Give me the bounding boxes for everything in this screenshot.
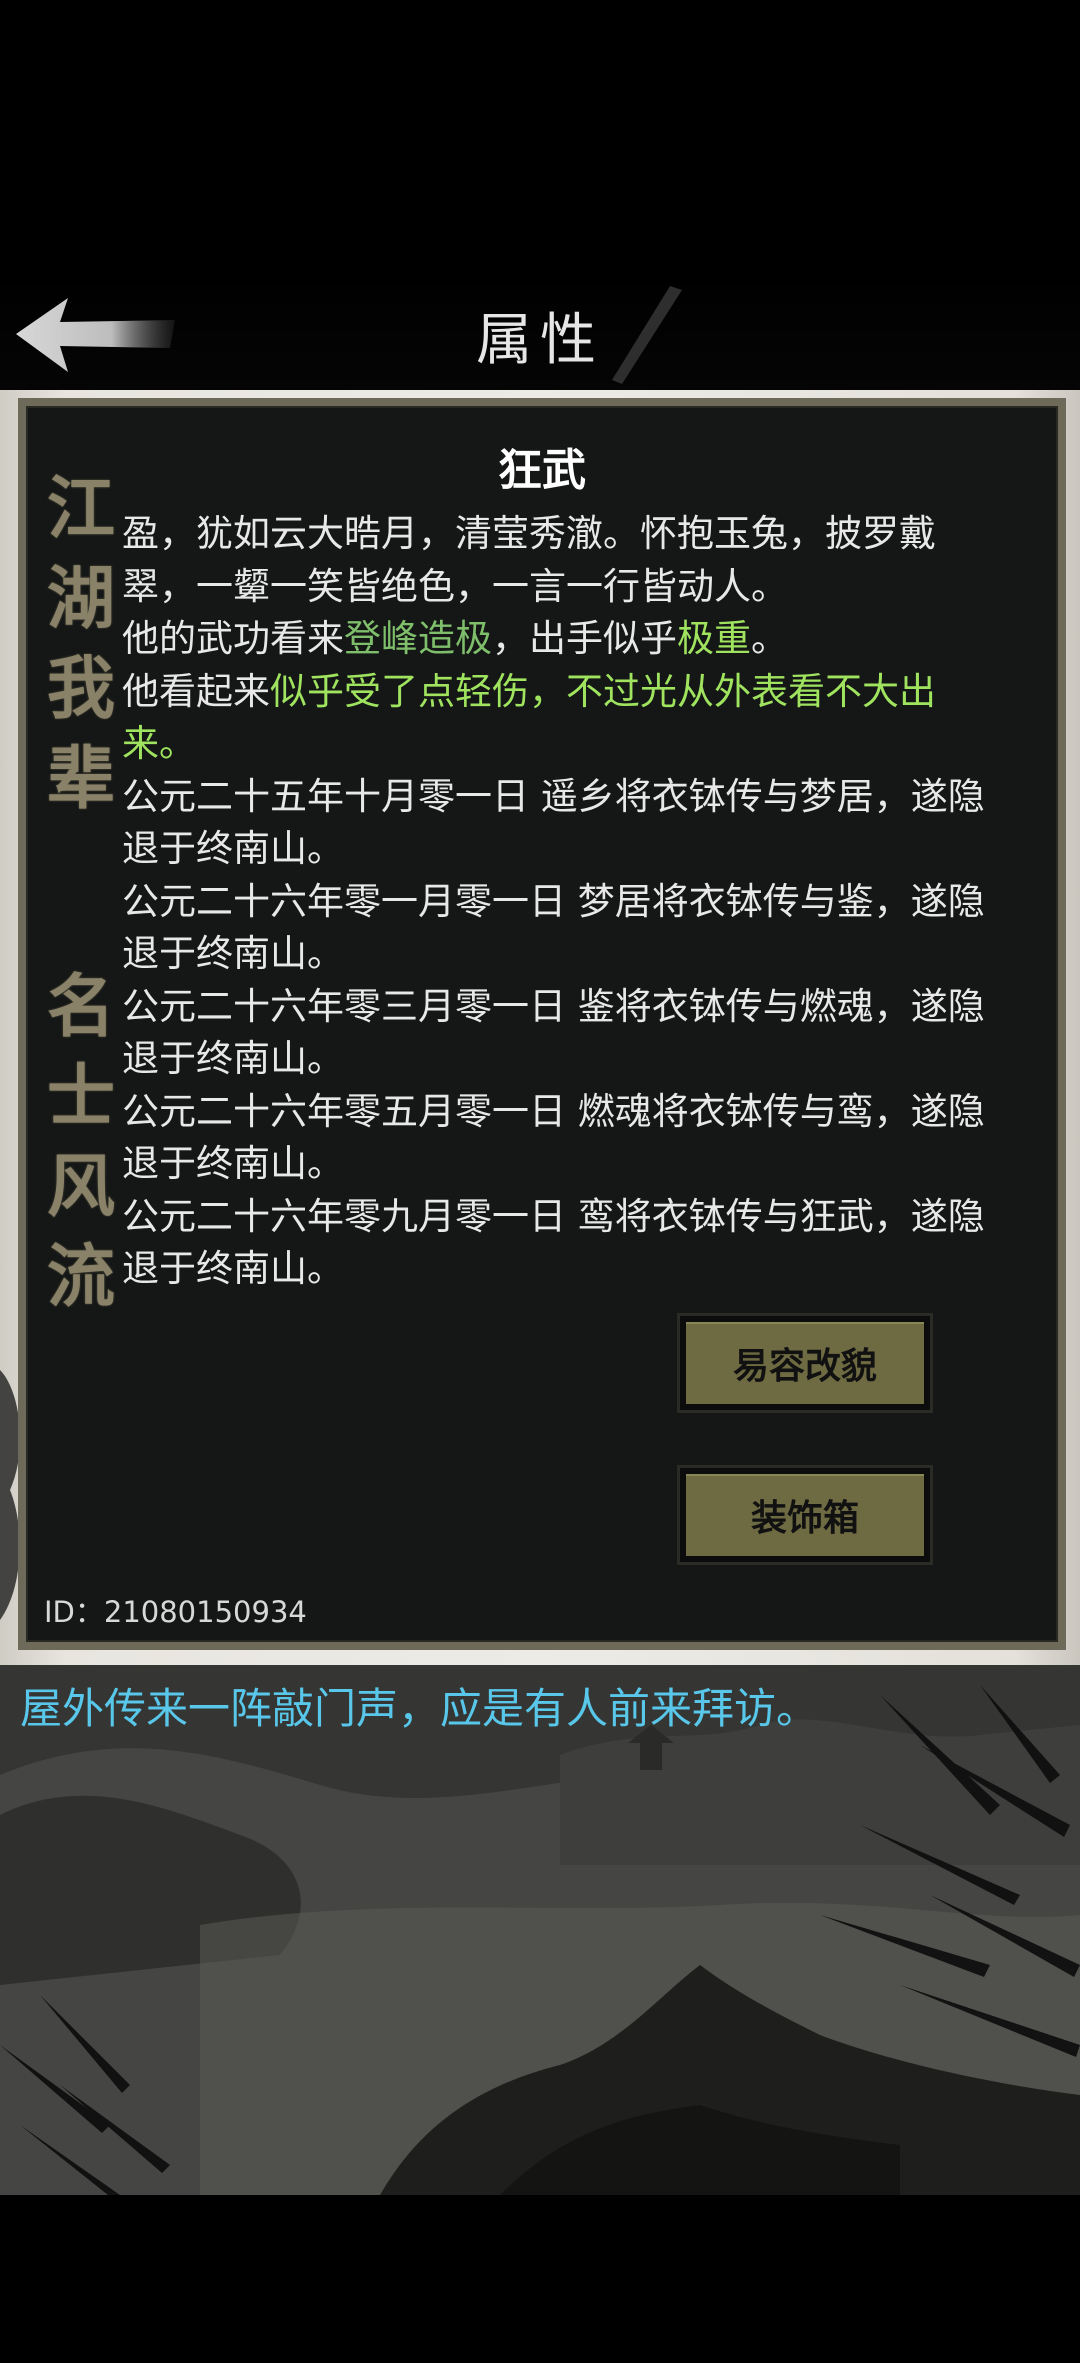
description-text: 公元二十六年零一月零一日 梦居将衣钵传与鉴，遂隐退于终南山。 — [122, 879, 985, 976]
description-text: 他的武功看来 — [122, 617, 344, 660]
calligraphy-char: 流 — [46, 1237, 115, 1317]
description-text: ，出手似乎 — [492, 617, 677, 660]
calligraphy-char: 辈 — [46, 739, 115, 819]
description-text: 。 — [751, 617, 788, 660]
description-paragraph: 公元二十六年零三月零一日 鉴将衣钵传与燃魂，遂隐退于终南山。 — [122, 981, 1002, 1086]
side-calligraphy: 江 湖 我 辈 名 士 风 流 — [38, 464, 124, 1322]
calligraphy-char: 湖 — [46, 559, 115, 639]
calligraphy-char: 我 — [46, 649, 115, 729]
description-paragraph: 公元二十六年零五月零一日 燃魂将衣钵传与鸾，遂隐退于终南山。 — [122, 1086, 1002, 1191]
calligraphy-char: 江 — [46, 469, 115, 549]
description-text: 他看起来 — [122, 669, 270, 713]
calligraphy-char: 士 — [46, 1057, 115, 1137]
calligraphy-gap — [38, 824, 124, 962]
landscape-scene: 屋外传来一阵敲门声，应是有人前来拜访。 — [0, 1665, 1080, 2195]
description-text: 公元二十五年十月零一日 遥乡将衣钵传与梦居，遂隐退于终南山。 — [122, 774, 985, 871]
player-id: ID：21080150934 — [44, 1595, 307, 1629]
character-name: 狂武 — [498, 445, 586, 496]
description-text: 极重 — [677, 617, 751, 660]
character-description: 盈，犹如云大晧月，清莹秀澈。怀抱玉兔，披罗戴翠，一颦一笑皆绝色，一言一行皆动人。… — [122, 508, 1002, 1296]
brush-stroke-decoration — [612, 286, 682, 384]
wardrobe-button[interactable]: 装饰箱 — [680, 1468, 930, 1562]
description-paragraph: 公元二十六年零九月零一日 鸾将衣钵传与狂武，遂隐退于终南山。 — [122, 1191, 1002, 1296]
attribute-dialog: 狂武 江 湖 我 辈 名 士 风 流 盈，犹如云大晧月，清莹秀澈。怀抱玉兔，披罗… — [18, 398, 1066, 1650]
app-root: 属性 狂武 江 湖 我 辈 名 士 风 流 盈，犹如云大晧月，清莹秀澈。怀抱玉兔… — [0, 0, 1080, 2363]
event-message: 屋外传来一阵敲门声，应是有人前来拜访。 — [20, 1684, 819, 1733]
description-text: 公元二十六年零三月零一日 鉴将衣钵传与燃魂，遂隐退于终南山。 — [122, 984, 985, 1081]
description-paragraph: 公元二十六年零一月零一日 梦居将衣钵传与鉴，遂隐退于终南山。 — [122, 876, 1002, 981]
description-paragraph: 盈，犹如云大晧月，清莹秀澈。怀抱玉兔，披罗戴翠，一颦一笑皆绝色，一言一行皆动人。 — [122, 508, 1002, 613]
ink-landscape-illustration — [0, 1665, 1080, 2195]
disguise-button[interactable]: 易容改貌 — [680, 1316, 930, 1410]
description-text: 盈，犹如云大晧月，清莹秀澈。怀抱玉兔，披罗戴翠，一颦一笑皆绝色，一言一行皆动人。 — [122, 512, 936, 608]
description-paragraph: 他看起来似乎受了点轻伤，不过光从外表看不大出来。 — [122, 666, 1002, 771]
description-paragraph: 公元二十五年十月零一日 遥乡将衣钵传与梦居，遂隐退于终南山。 — [122, 771, 1002, 876]
page-title: 属性 — [476, 308, 604, 373]
calligraphy-char: 名 — [46, 967, 115, 1047]
description-paragraph: 他的武功看来登峰造极，出手似乎极重。 — [122, 613, 1002, 666]
description-text: 公元二十六年零九月零一日 鸾将衣钵传与狂武，遂隐退于终南山。 — [122, 1194, 985, 1291]
calligraphy-char: 风 — [46, 1147, 115, 1227]
description-text: 公元二十六年零五月零一日 燃魂将衣钵传与鸾，遂隐退于终南山。 — [122, 1089, 985, 1186]
description-text: 登峰造极 — [344, 617, 492, 660]
